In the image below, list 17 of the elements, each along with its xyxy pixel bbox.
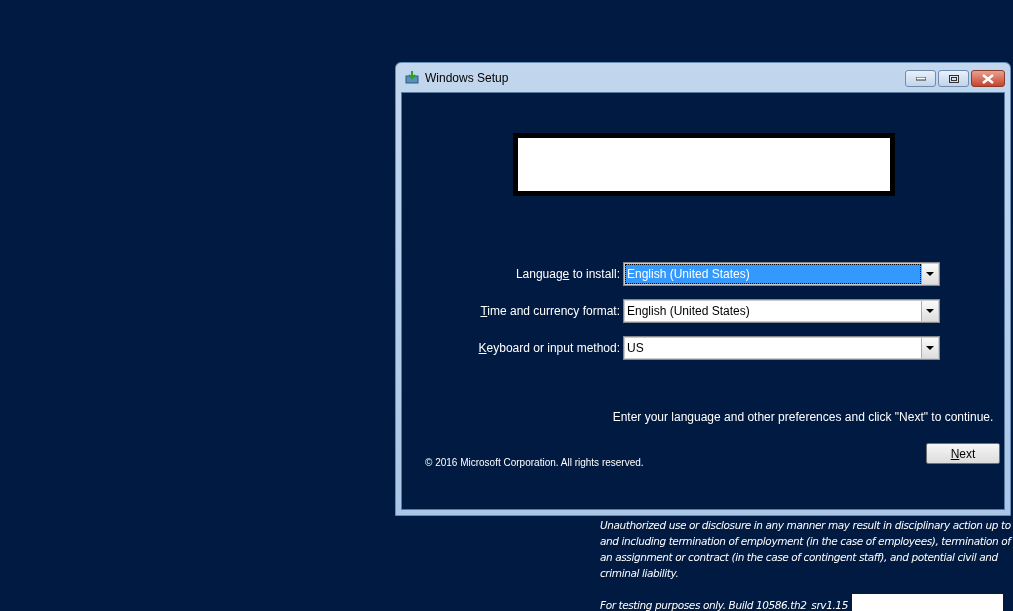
field-label: Time and currency format:: [480, 304, 620, 318]
window-title: Windows Setup: [425, 70, 509, 85]
field-label: Keyboard or input method:: [478, 341, 620, 355]
dropdown-field[interactable]: English (United States): [623, 299, 940, 323]
build-text: For testing purposes only. Build 10586.th2_srv1.15: [600, 599, 848, 611]
restore-icon: [948, 74, 959, 83]
field-label: Language to install:: [515, 267, 620, 281]
copyright-text: © 2016 Microsoft Corporation. All rights reserved.: [425, 457, 644, 468]
close-button[interactable]: [971, 70, 1005, 87]
disclaimer-text: Unauthorized use or disclosure in any manner may result in disciplinary action up to and including termination of employment (in the case of employees), termination of an assignment or contract (in the case of contingent staff), and potential civil and criminal liability.: [600, 518, 1012, 581]
close-icon: [982, 73, 994, 84]
dropdown-field[interactable]: US: [623, 336, 940, 360]
minimize-icon: [915, 76, 926, 81]
next-button[interactable]: Next: [926, 443, 1000, 464]
instruction-text: Enter your language and other preferences and click "Next" to continue.: [612, 410, 994, 424]
setup-icon: [405, 71, 419, 84]
maximize-button[interactable]: [938, 70, 969, 87]
